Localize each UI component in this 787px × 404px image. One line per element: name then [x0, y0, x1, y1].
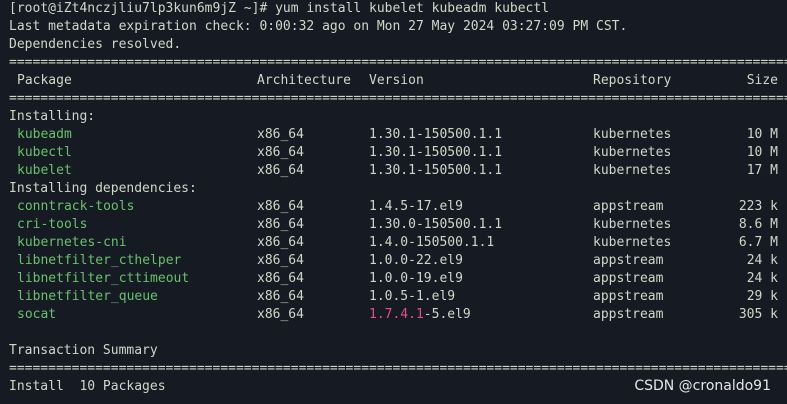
installing-label: Installing: — [9, 109, 96, 124]
package-name: cri-tools — [17, 217, 88, 232]
installing-list: kubeadm x86_64 1.30.1-150500.1.1 kuberne… — [9, 126, 787, 180]
package-name: kubeadm — [17, 127, 72, 142]
package-name: libnetfilter_cttimeout — [17, 271, 190, 286]
separator-summary: ========================================… — [9, 361, 787, 376]
package-name: kubectl — [17, 145, 72, 160]
watermark: CSDN @cronaldo91 — [634, 378, 771, 394]
table-row: kubeadm x86_64 1.30.1-150500.1.1 kuberne… — [17, 127, 778, 142]
separator-top: ========================================… — [9, 55, 787, 70]
table-row: libnetfilter_cthelper x86_64 1.0.0-22.el… — [17, 253, 778, 268]
prompt-line: [root@iZt4nczjliu7lp3kun6m9jZ ~]# yum in… — [9, 0, 787, 18]
package-name: libnetfilter_cthelper — [17, 253, 182, 268]
table-row: conntrack-tools x86_64 1.4.5-17.el9 apps… — [17, 199, 778, 214]
metadata-line: Last metadata expiration check: 0:00:32 … — [9, 19, 628, 34]
summary-label: Transaction Summary — [9, 343, 158, 358]
table-row: cri-tools x86_64 1.30.0-150500.1.1 kuber… — [17, 217, 778, 232]
column-architecture: Architecture — [257, 73, 351, 88]
version-highlight: 1.7.4.1 — [369, 307, 424, 322]
table-row: kubectl x86_64 1.30.1-150500.1.1 kuberne… — [17, 145, 778, 160]
table-row: libnetfilter_queue x86_64 1.0.5-1.el9 ap… — [17, 289, 778, 304]
terminal-output: [root@iZt4nczjliu7lp3kun6m9jZ ~]# yum in… — [9, 0, 787, 396]
table-row: socat x86_64 1.7.4.1-5.el9 appstream 305… — [17, 307, 778, 322]
package-name: libnetfilter_queue — [17, 289, 158, 304]
package-name: conntrack-tools — [17, 199, 135, 214]
table-row: kubelet x86_64 1.30.1-150500.1.1 kuberne… — [17, 163, 778, 178]
package-name: kubernetes-cni — [17, 235, 127, 250]
table-header: Package Architecture Version Repository … — [9, 72, 787, 90]
deps-label: Installing dependencies: — [9, 181, 197, 196]
version-text: 1.7.4.1-5.el9 — [369, 307, 471, 322]
column-package: Package — [17, 73, 72, 88]
package-name: socat — [17, 307, 57, 322]
table-row: libnetfilter_cttimeout x86_64 1.0.0-19.e… — [17, 271, 778, 286]
command-text: [root@iZt4nczjliu7lp3kun6m9jZ ~]# yum in… — [9, 1, 550, 16]
column-version: Version — [369, 73, 424, 88]
separator-header: ========================================… — [9, 91, 787, 106]
column-size: Size — [746, 73, 778, 88]
package-name: kubelet — [17, 163, 72, 178]
column-repository: Repository — [593, 73, 672, 88]
deps-list: conntrack-tools x86_64 1.4.5-17.el9 apps… — [9, 198, 787, 324]
deps-resolved-line: Dependencies resolved. — [9, 37, 182, 52]
table-row: kubernetes-cni x86_64 1.4.0-150500.1.1 k… — [17, 235, 778, 250]
